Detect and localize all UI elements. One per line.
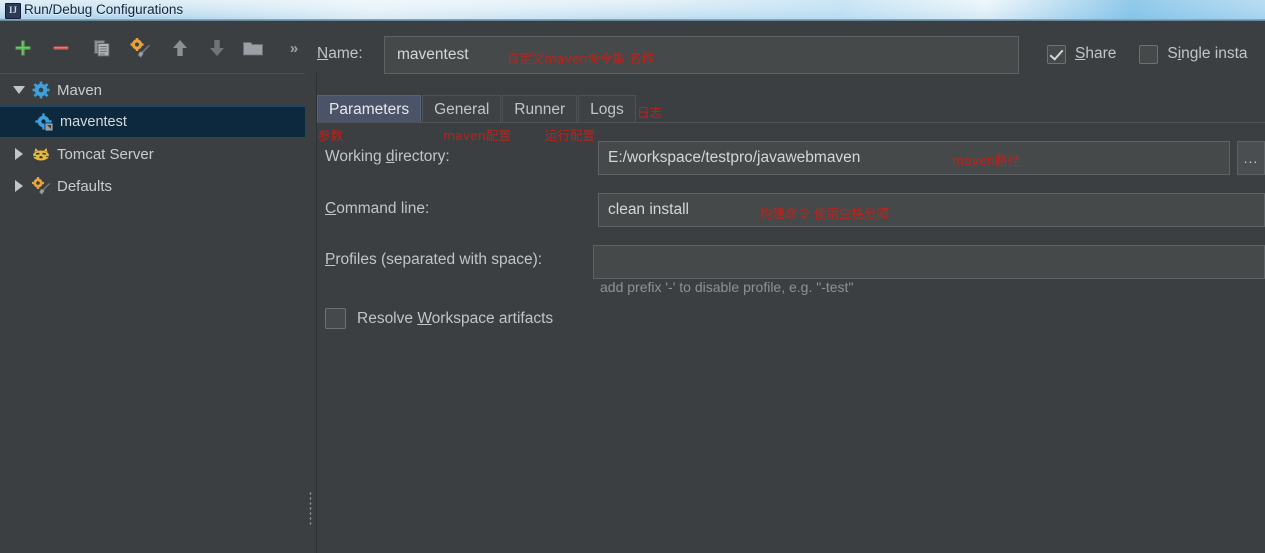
defaults-gear-wrench-icon bbox=[30, 175, 52, 197]
arrow-up-icon bbox=[173, 40, 187, 56]
copy-icon bbox=[94, 40, 110, 57]
name-input-value: maventest bbox=[397, 46, 469, 63]
tab-underline bbox=[317, 122, 1265, 123]
title-bar-gloss bbox=[150, 0, 1265, 19]
tree-node-maven[interactable]: Maven bbox=[0, 74, 305, 106]
configuration-options: Share Single insta bbox=[1047, 41, 1248, 67]
name-label-mnemonic: N bbox=[317, 45, 329, 62]
profiles-hint: add prefix '-' to disable profile, e.g. … bbox=[600, 279, 854, 295]
editor-tabs: Parameters General Runner Logs 日志 bbox=[317, 93, 662, 123]
command-line-label: Command line: bbox=[325, 200, 430, 217]
arrow-down-icon bbox=[210, 40, 224, 56]
profiles-row: Profiles (separated with space): bbox=[317, 237, 1265, 279]
move-down-button[interactable] bbox=[200, 31, 234, 65]
edit-templates-button[interactable] bbox=[123, 31, 157, 65]
configuration-editor-panel: Name: maventest 自定义maven命令集 名称 Share Sin… bbox=[317, 23, 1265, 553]
gear-wrench-icon bbox=[130, 38, 151, 58]
share-checkbox[interactable] bbox=[1047, 44, 1066, 64]
resolve-workspace-row: Resolve Workspace artifacts bbox=[317, 301, 1265, 341]
intellij-idea-icon: IJ bbox=[5, 3, 21, 19]
single-instance-label: Single insta bbox=[1167, 45, 1248, 62]
name-annotation: 自定义maven命令集 名称 bbox=[507, 51, 654, 66]
configurations-tree[interactable]: Maven maventest Tomcat Server Defaults bbox=[0, 73, 306, 553]
single-instance-mnemonic: i bbox=[1177, 45, 1182, 62]
tab-parameters[interactable]: Parameters bbox=[317, 95, 422, 123]
working-directory-row: Working directory: E:/workspace/testpro/… bbox=[317, 135, 1265, 185]
remove-configuration-button[interactable] bbox=[44, 31, 78, 65]
working-directory-label: Working directory: bbox=[325, 148, 450, 165]
maven-gear-icon bbox=[30, 79, 52, 101]
add-configuration-button[interactable] bbox=[6, 31, 40, 65]
tree-node-label: Defaults bbox=[57, 177, 113, 195]
resolve-workspace-artifacts-control[interactable]: Resolve Workspace artifacts bbox=[325, 308, 553, 329]
name-label: Name: bbox=[317, 45, 363, 62]
command-line-row: Command line: clean install 构建命令 使用空格分隔 bbox=[317, 185, 1265, 237]
move-up-button[interactable] bbox=[163, 31, 197, 65]
tree-node-maventest[interactable]: maventest bbox=[0, 106, 305, 138]
window-title: Run/Debug Configurations bbox=[24, 2, 184, 17]
profiles-label: Profiles (separated with space): bbox=[325, 251, 543, 268]
tree-node-tomcat-server[interactable]: Tomcat Server bbox=[0, 138, 305, 170]
single-instance-checkbox[interactable] bbox=[1139, 44, 1159, 64]
working-directory-value: E:/workspace/testpro/javawebmaven bbox=[608, 149, 861, 166]
run-debug-configurations-dialog: IJ Run/Debug Configurations » Maven mave… bbox=[0, 0, 1265, 553]
create-folder-button[interactable] bbox=[236, 31, 270, 65]
maven-run-config-icon bbox=[33, 111, 55, 133]
plus-icon bbox=[15, 40, 31, 56]
window-title-bar: IJ Run/Debug Configurations bbox=[0, 0, 1265, 21]
copy-configuration-button[interactable] bbox=[85, 31, 119, 65]
tree-node-label: Tomcat Server bbox=[57, 145, 154, 163]
configurations-toolbar: » bbox=[0, 31, 306, 73]
command-line-input[interactable]: clean install bbox=[598, 193, 1265, 227]
splitter-grip[interactable] bbox=[309, 491, 312, 527]
profiles-hint-row: add prefix '-' to disable profile, e.g. … bbox=[317, 271, 1265, 301]
tab-general[interactable]: General bbox=[422, 95, 502, 123]
share-label: Share bbox=[1075, 45, 1117, 62]
toolbar-overflow-button[interactable]: » bbox=[283, 40, 305, 58]
folder-icon bbox=[243, 42, 263, 56]
tomcat-cat-icon bbox=[30, 143, 52, 165]
working-directory-browse-button[interactable]: ... bbox=[1237, 141, 1265, 175]
expand-arrow-right-icon[interactable] bbox=[8, 138, 30, 170]
minus-icon bbox=[53, 46, 69, 50]
name-input[interactable]: maventest bbox=[384, 36, 1019, 74]
resolve-workspace-artifacts-checkbox[interactable] bbox=[325, 308, 346, 329]
tree-node-label: maventest bbox=[60, 114, 127, 130]
command-line-value: clean install bbox=[608, 201, 689, 218]
resolve-workspace-artifacts-label: Resolve Workspace artifacts bbox=[357, 309, 554, 327]
expand-arrow-right-icon[interactable] bbox=[8, 170, 30, 202]
panel-splitter[interactable] bbox=[305, 73, 317, 553]
parameters-form: Working directory: E:/workspace/testpro/… bbox=[317, 135, 1265, 341]
expand-arrow-down-icon[interactable] bbox=[8, 74, 30, 106]
dialog-body: » Maven maventest Tomcat Server Defaults… bbox=[0, 23, 1265, 553]
working-directory-annotation: maven路径 bbox=[952, 153, 1020, 168]
command-line-annotation: 构建命令 使用空格分隔 bbox=[760, 206, 889, 221]
tab-runner[interactable]: Runner bbox=[502, 95, 578, 123]
tab-logs-annotation: 日志 bbox=[637, 105, 663, 120]
tree-node-label: Maven bbox=[57, 81, 103, 99]
share-mnemonic: S bbox=[1075, 45, 1086, 62]
tree-node-defaults[interactable]: Defaults bbox=[0, 170, 305, 202]
tab-logs[interactable]: Logs bbox=[578, 95, 636, 123]
working-directory-input[interactable]: E:/workspace/testpro/javawebmaven bbox=[598, 141, 1230, 175]
